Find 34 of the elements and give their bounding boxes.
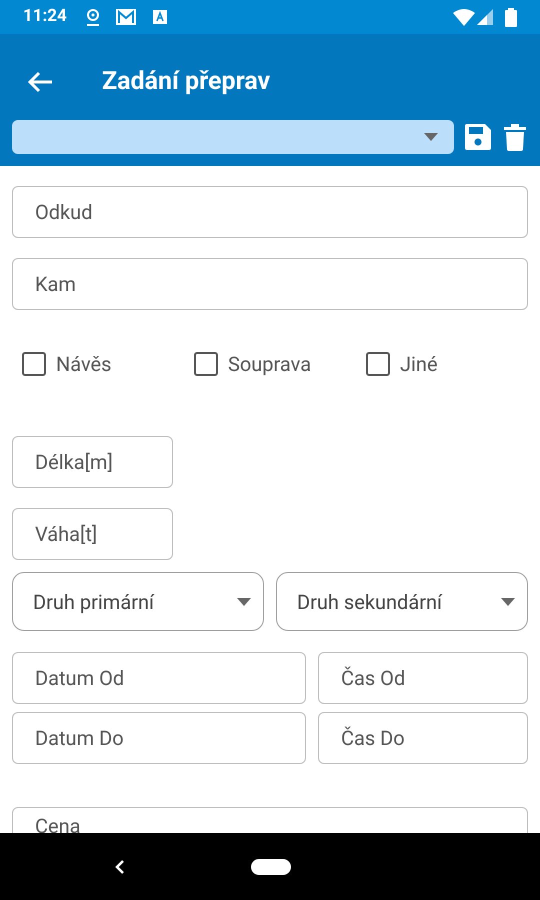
- status-time: 11:24: [23, 5, 67, 28]
- location-icon: [84, 8, 101, 26]
- time-field[interactable]: Čas Od: [318, 652, 528, 704]
- battery-icon: [505, 8, 517, 26]
- text-field[interactable]: Délka[m]: [12, 436, 173, 488]
- trash-icon: [504, 124, 526, 150]
- time-field[interactable]: Čas Do: [318, 712, 528, 764]
- wifi-icon: [453, 8, 475, 26]
- signal-icon: [477, 9, 493, 25]
- text-field[interactable]: Kam: [12, 258, 528, 310]
- dropdown[interactable]: Druh sekundární: [276, 572, 528, 631]
- back-chevron-icon: [115, 858, 125, 874]
- checkbox-label: Návěs: [56, 351, 112, 378]
- delete-button[interactable]: [502, 122, 528, 152]
- price-field[interactable]: Cena: [12, 807, 528, 833]
- caret-icon: [424, 133, 438, 141]
- mail-icon: [114, 8, 137, 26]
- caret-icon: [501, 598, 515, 606]
- checkbox[interactable]: [194, 352, 218, 376]
- checkbox-label: Souprava: [228, 351, 312, 378]
- text-field[interactable]: Odkud: [12, 186, 528, 238]
- save-button[interactable]: [464, 122, 492, 152]
- text-field[interactable]: Váha[t]: [12, 508, 173, 560]
- date-field[interactable]: Datum Od: [12, 652, 306, 704]
- back-arrow-icon: [27, 71, 53, 93]
- checkbox[interactable]: [366, 352, 390, 376]
- home-button[interactable]: [251, 858, 291, 874]
- caret-icon: [237, 598, 251, 606]
- dropdown[interactable]: Druh primární: [12, 572, 264, 631]
- date-field[interactable]: Datum Do: [12, 712, 306, 764]
- checkbox-label: Jiné: [400, 351, 438, 378]
- screen-title: Zadání přeprav: [102, 66, 270, 98]
- app-notification-icon: [152, 10, 167, 24]
- checkbox[interactable]: [22, 352, 46, 376]
